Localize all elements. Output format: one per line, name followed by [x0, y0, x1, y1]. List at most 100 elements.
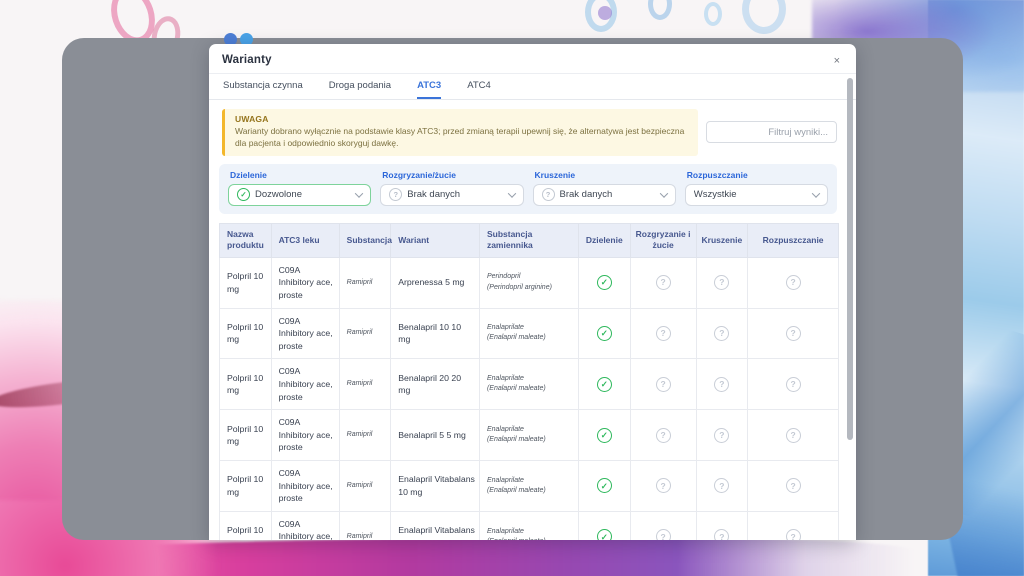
cell-atc3: C09A Inhibitory ace, proste — [271, 359, 339, 410]
cell-atc3: C09A Inhibitory ace, proste — [271, 410, 339, 461]
cell-rozpuszczanie-status: ? — [748, 308, 839, 359]
droplet-blue-icon — [585, 0, 617, 32]
cell-product: Polpril 10 mg — [220, 257, 272, 308]
unknown-question-icon: ? — [714, 529, 729, 540]
allowed-check-icon: ✓ — [597, 529, 612, 540]
cell-atc3: C09A Inhibitory ace, proste — [271, 257, 339, 308]
variants-table: Nazwa produktu ATC3 leku Substancja Wari… — [219, 223, 839, 540]
cell-kruszenie-status: ? — [696, 257, 748, 308]
selected-value: Brak danych — [560, 189, 613, 200]
cell-substitute: Enalaprilate (Enalapril maleate) — [479, 308, 578, 359]
filter-label: Dzielenie — [230, 170, 371, 180]
cell-rozgryzanie-status: ? — [630, 359, 696, 410]
modal-content: UWAGA Warianty dobrano wyłącznie na pods… — [209, 100, 856, 540]
cell-rozpuszczanie-status: ? — [748, 461, 839, 512]
cell-product: Polpril 10 mg — [220, 359, 272, 410]
modal-scrollbar-thumb[interactable] — [847, 78, 853, 440]
filter-dzielenie: Dzielenie ✓ Dozwolone — [228, 170, 371, 206]
cell-dzielenie-status: ✓ — [578, 461, 630, 512]
tab-bar: Substancja czynna Droga podania ATC3 ATC… — [209, 74, 856, 100]
tab-droga-podania[interactable]: Droga podania — [329, 74, 391, 99]
unknown-question-icon: ? — [786, 377, 801, 392]
cell-variant: Enalapril Vitabalans 20 mg — [391, 511, 480, 540]
cell-substance: Ramipril — [339, 461, 391, 512]
unknown-question-icon: ? — [714, 428, 729, 443]
unknown-question-icon: ? — [656, 377, 671, 392]
droplet-blue-icon — [648, 0, 672, 20]
col-kruszenie: Kruszenie — [696, 223, 748, 257]
cell-product: Polpril 10 mg — [220, 461, 272, 512]
unknown-question-icon: ? — [656, 428, 671, 443]
tab-substancja-czynna[interactable]: Substancja czynna — [223, 74, 303, 99]
allowed-check-icon: ✓ — [597, 275, 612, 290]
table-row: Polpril 10 mg C09A Inhibitory ace, prost… — [220, 410, 839, 461]
unknown-question-icon: ? — [656, 529, 671, 540]
cell-dzielenie-status: ✓ — [578, 410, 630, 461]
filter-rozgryzanie: Rozgryzanie/żucie ? Brak danych — [380, 170, 523, 206]
cell-substance: Ramipril — [339, 359, 391, 410]
rozgryzanie-select[interactable]: ? Brak danych — [380, 184, 523, 206]
close-icon[interactable]: × — [834, 56, 840, 67]
cell-product: Polpril 10 mg — [220, 308, 272, 359]
unknown-question-icon: ? — [786, 275, 801, 290]
cell-substitute: Enalaprilate (Enalapril maleate) — [479, 410, 578, 461]
variants-modal: Warianty × Substancja czynna Droga podan… — [209, 44, 856, 540]
table-row: Polpril 10 mg C09A Inhibitory ace, prost… — [220, 359, 839, 410]
droplet-blue-icon — [742, 0, 786, 34]
droplet-blue-icon — [704, 2, 722, 26]
warning-banner: UWAGA Warianty dobrano wyłącznie na pods… — [222, 109, 698, 156]
droplet-purple-icon — [598, 6, 612, 20]
selected-value: Brak danych — [407, 189, 460, 200]
filter-label: Rozgryzanie/żucie — [382, 170, 523, 180]
col-wariant: Wariant — [391, 223, 480, 257]
cell-dzielenie-status: ✓ — [578, 257, 630, 308]
rozpuszczanie-select[interactable]: Wszystkie — [685, 184, 828, 206]
cell-substitute: Enalaprilate (Enalapril maleate) — [479, 511, 578, 540]
cell-kruszenie-status: ? — [696, 308, 748, 359]
col-substancja-zamiennika: Substancja zamiennika — [479, 223, 578, 257]
cell-atc3: C09A Inhibitory ace, proste — [271, 511, 339, 540]
cell-product: Polpril 10 mg — [220, 511, 272, 540]
kruszenie-select[interactable]: ? Brak danych — [533, 184, 676, 206]
unknown-question-icon: ? — [714, 377, 729, 392]
cell-rozpuszczanie-status: ? — [748, 511, 839, 540]
cell-rozpuszczanie-status: ? — [748, 410, 839, 461]
tab-atc3[interactable]: ATC3 — [417, 74, 441, 99]
selected-value: Wszystkie — [694, 189, 737, 200]
col-rozgryzanie-i-zucie: Rozgryzanie i żucie — [630, 223, 696, 257]
cell-substitute: Perindopril (Perindopril arginine) — [479, 257, 578, 308]
unknown-question-icon: ? — [786, 478, 801, 493]
chevron-down-icon — [660, 189, 668, 197]
cell-dzielenie-status: ✓ — [578, 308, 630, 359]
filter-label: Kruszenie — [535, 170, 676, 180]
table-row: Polpril 10 mg C09A Inhibitory ace, prost… — [220, 308, 839, 359]
allowed-check-icon: ✓ — [597, 428, 612, 443]
unknown-question-icon: ? — [714, 478, 729, 493]
chevron-down-icon — [507, 189, 515, 197]
tab-atc4[interactable]: ATC4 — [467, 74, 491, 99]
question-circle-icon: ? — [542, 188, 555, 201]
notice-row: UWAGA Warianty dobrano wyłącznie na pods… — [219, 109, 837, 156]
modal-title: Warianty — [222, 54, 272, 66]
filter-results-input[interactable] — [706, 121, 837, 143]
col-atc3-leku: ATC3 leku — [271, 223, 339, 257]
cell-rozgryzanie-status: ? — [630, 308, 696, 359]
filters-panel: Dzielenie ✓ Dozwolone Rozgryzanie/żucie … — [219, 164, 837, 214]
col-dzielenie: Dzielenie — [578, 223, 630, 257]
cell-rozgryzanie-status: ? — [630, 410, 696, 461]
allowed-check-icon: ✓ — [597, 326, 612, 341]
table-header-row: Nazwa produktu ATC3 leku Substancja Wari… — [220, 223, 839, 257]
chevron-down-icon — [812, 189, 820, 197]
cell-substitute: Enalaprilate (Enalapril maleate) — [479, 359, 578, 410]
warning-text: Warianty dobrano wyłącznie na podstawie … — [235, 126, 688, 150]
unknown-question-icon: ? — [656, 478, 671, 493]
table-body: Polpril 10 mg C09A Inhibitory ace, prost… — [220, 257, 839, 540]
table-row: Polpril 10 mg C09A Inhibitory ace, prost… — [220, 257, 839, 308]
question-circle-icon: ? — [389, 188, 402, 201]
cell-substance: Ramipril — [339, 410, 391, 461]
allowed-check-icon: ✓ — [597, 478, 612, 493]
dzielenie-select[interactable]: ✓ Dozwolone — [228, 184, 371, 206]
cell-substance: Ramipril — [339, 511, 391, 540]
cell-kruszenie-status: ? — [696, 461, 748, 512]
unknown-question-icon: ? — [786, 428, 801, 443]
